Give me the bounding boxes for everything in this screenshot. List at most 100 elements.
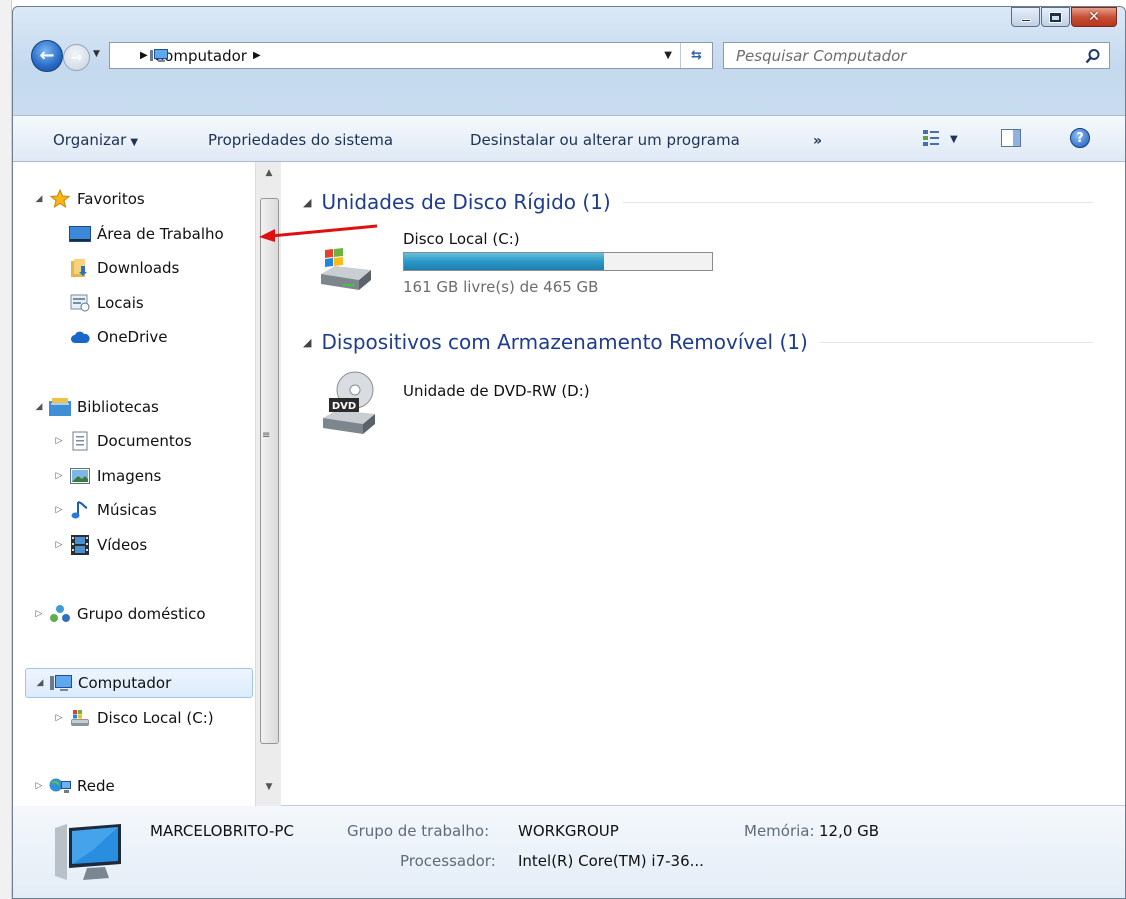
sidebar-item-desktop[interactable]: Área de Trabalho: [65, 219, 224, 249]
search-icon[interactable]: [1085, 48, 1101, 64]
collapsed-icon[interactable]: ▷: [33, 609, 45, 619]
sidebar-item-label: Rede: [77, 777, 115, 795]
sidebar-item-favorites[interactable]: ◢ Favoritos: [33, 184, 145, 214]
workgroup-value: WORKGROUP: [518, 822, 619, 840]
expanded-icon[interactable]: ◢: [303, 336, 311, 349]
film-strip-icon: [69, 535, 91, 555]
scroll-down-arrow-icon[interactable]: ▼: [256, 782, 282, 798]
search-box[interactable]: Pesquisar Computador: [723, 42, 1110, 69]
star-icon: [49, 189, 71, 209]
sidebar-item-documents[interactable]: ▷ Documentos: [53, 426, 192, 456]
collapsed-icon[interactable]: ▷: [53, 471, 65, 481]
expanded-icon[interactable]: ◢: [34, 678, 46, 688]
sidebar-item-music[interactable]: ▷ Músicas: [53, 495, 157, 525]
sidebar-item-label: Bibliotecas: [77, 398, 159, 416]
sidebar-item-videos[interactable]: ▷ Vídeos: [53, 530, 147, 560]
collapsed-icon[interactable]: ▷: [53, 505, 65, 515]
close-icon: ✕: [1088, 9, 1100, 25]
sidebar-item-label: Computador: [78, 674, 172, 692]
music-note-icon: [69, 501, 91, 519]
computer-icon: [50, 674, 72, 692]
expanded-icon[interactable]: ◢: [33, 402, 45, 412]
sidebar-item-label: Imagens: [97, 467, 162, 485]
organize-label: Organizar: [53, 131, 127, 149]
arrow-right-icon: →: [70, 49, 83, 66]
navigation-pane-scrollbar[interactable]: ▲ ≡ ▼: [255, 162, 281, 806]
minimize-button[interactable]: [1011, 7, 1040, 27]
scrollbar-thumb[interactable]: [260, 198, 279, 744]
sidebar-item-homegroup[interactable]: ▷ Grupo doméstico: [33, 599, 206, 629]
group-header-removable[interactable]: ◢ Dispositivos com Armazenamento Removív…: [303, 330, 1093, 354]
expanded-icon[interactable]: ◢: [303, 196, 311, 209]
sidebar-item-label: OneDrive: [97, 328, 168, 346]
more-commands-icon[interactable]: »: [813, 133, 822, 149]
collapsed-icon[interactable]: ▷: [53, 713, 65, 723]
sidebar-item-downloads[interactable]: Downloads: [65, 253, 179, 283]
uninstall-program-button[interactable]: Desinstalar ou alterar um programa: [470, 131, 740, 149]
sidebar-item-pictures[interactable]: ▷ Imagens: [53, 461, 162, 491]
organize-menu[interactable]: Organizar ▼: [53, 131, 138, 149]
dvd-badge: DVD: [332, 401, 356, 412]
sidebar-item-label: Grupo doméstico: [77, 605, 206, 623]
computer-name: MARCELOBRITO-PC: [150, 822, 294, 840]
processor-value: Intel(R) Core(TM) i7-36...: [518, 852, 704, 870]
navigation-pane: ◢ Favoritos Área de Trabalho Downloads L…: [13, 162, 281, 806]
refresh-icon: ⇆: [691, 48, 702, 63]
refresh-button[interactable]: ⇆: [680, 43, 712, 68]
group-header-hard-disks[interactable]: ◢ Unidades de Disco Rígido (1): [303, 190, 1093, 214]
help-icon[interactable]: ?: [1070, 128, 1090, 148]
collapsed-icon[interactable]: ▷: [53, 540, 65, 550]
sidebar-item-local-disk[interactable]: ▷ Disco Local (C:): [53, 703, 214, 733]
breadcrumb-separator-icon[interactable]: ▶: [140, 50, 148, 61]
sidebar-item-onedrive[interactable]: OneDrive: [65, 322, 168, 352]
command-bar: Organizar ▼ Propriedades do sistema Desin…: [13, 115, 1125, 162]
group-divider: [819, 341, 1093, 343]
system-properties-button[interactable]: Propriedades do sistema: [208, 131, 393, 149]
sidebar-item-computer[interactable]: ◢ Computador: [25, 668, 253, 698]
drive-item-d[interactable]: DVD Unidade de DVD-RW (D:): [311, 366, 731, 446]
homegroup-icon: [49, 605, 71, 623]
sidebar-item-recent-places[interactable]: Locais: [65, 288, 144, 318]
expanded-icon[interactable]: ◢: [33, 194, 45, 204]
libraries-icon: [49, 398, 71, 416]
scroll-up-arrow-icon[interactable]: ▲: [256, 168, 282, 184]
address-bar[interactable]: ▶ Computador ▶ ▼ ⇆: [109, 42, 713, 69]
group-header-label: Unidades de Disco Rígido (1): [321, 190, 611, 214]
drive-free-space: 161 GB livre(s) de 465 GB: [403, 278, 599, 296]
window-controls: ✕: [1010, 7, 1117, 27]
scrollbar-grip-icon: ≡: [262, 430, 271, 441]
desktop-icon: [69, 225, 91, 243]
close-button[interactable]: ✕: [1071, 7, 1117, 27]
explorer-window: ✕ ← → ▼ ▶ Computador ▶ ▼ ⇆ Pesquisar Com…: [12, 6, 1126, 899]
history-dropdown-icon[interactable]: ▼: [93, 49, 100, 59]
content-area: ◢ Favoritos Área de Trabalho Downloads L…: [13, 162, 1125, 806]
search-placeholder: Pesquisar Computador: [736, 46, 907, 65]
minimize-icon: [1020, 18, 1031, 22]
sidebar-item-label: Disco Local (C:): [97, 709, 214, 727]
local-disk-icon: [69, 709, 91, 727]
maximize-button[interactable]: [1041, 7, 1070, 27]
change-view-icon[interactable]: [923, 130, 939, 146]
view-options-dropdown-icon[interactable]: ▼: [950, 134, 958, 145]
breadcrumb-separator-icon[interactable]: ▶: [253, 50, 261, 61]
sidebar-item-label: Documentos: [97, 432, 192, 450]
forward-button[interactable]: →: [63, 44, 90, 71]
desktop-background: [0, 0, 12, 899]
sidebar-item-network[interactable]: ▷ Rede: [33, 771, 115, 801]
computer-icon: [150, 49, 168, 62]
annotation-arrow: [259, 224, 378, 242]
collapsed-icon[interactable]: ▷: [33, 781, 45, 791]
disk-capacity-fill: [404, 253, 605, 270]
recent-places-icon: [69, 294, 91, 312]
back-button[interactable]: ←: [31, 40, 63, 72]
preview-pane-icon[interactable]: [1001, 129, 1021, 147]
computer-monitor-icon: [55, 824, 121, 880]
address-dropdown-icon[interactable]: ▼: [664, 50, 672, 61]
document-icon: [69, 431, 91, 451]
sidebar-item-label: Músicas: [97, 501, 157, 519]
dvd-drive-icon: DVD: [323, 371, 375, 434]
processor-label: Processador:: [400, 852, 496, 870]
sidebar-item-label: Favoritos: [77, 190, 145, 208]
sidebar-item-libraries[interactable]: ◢ Bibliotecas: [33, 392, 159, 422]
collapsed-icon[interactable]: ▷: [53, 436, 65, 446]
